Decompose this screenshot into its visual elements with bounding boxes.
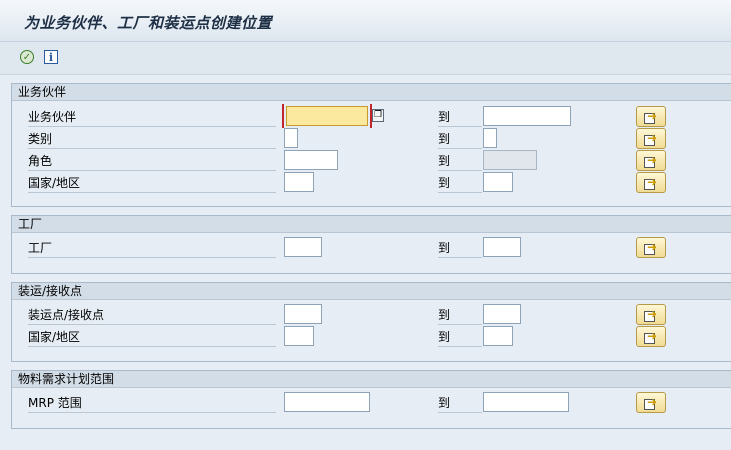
to-label: 到 <box>438 175 482 193</box>
execute-icon[interactable]: ✓ <box>20 50 34 64</box>
focus-frame <box>282 104 372 128</box>
to-label: 到 <box>438 240 482 258</box>
selection-row-shipping-point: 装运点/接收点 到 ➜ <box>12 304 731 326</box>
field-label: 装运点/接收点 <box>28 307 276 325</box>
multiple-selection-button[interactable]: ➜ <box>636 237 666 258</box>
field-label: 国家/地区 <box>28 329 276 347</box>
to-label: 到 <box>438 131 482 149</box>
shipping-country-from-input[interactable] <box>284 326 314 346</box>
shipping-point-to-input[interactable] <box>483 304 521 324</box>
selection-row-country: 国家/地区 到 ➜ <box>12 172 731 194</box>
plant-from-input[interactable] <box>284 237 322 257</box>
field-label: 工厂 <box>28 240 276 258</box>
multiple-selection-icon: ➜ <box>644 131 658 146</box>
field-label: 角色 <box>28 153 276 171</box>
partner-from-input[interactable] <box>286 106 368 126</box>
shipping-country-to-input[interactable] <box>483 326 513 346</box>
category-to-input[interactable] <box>483 128 497 148</box>
mrp-area-to-input[interactable] <box>483 392 569 412</box>
selection-row-partner: 业务伙伴 ❐ 到 ➜ <box>12 104 731 128</box>
role-to-input <box>483 150 537 170</box>
selection-row-plant: 工厂 到 ➜ <box>12 237 731 259</box>
group-header: 工厂 <box>12 216 731 233</box>
field-label: 业务伙伴 <box>28 109 276 127</box>
to-label: 到 <box>438 329 482 347</box>
field-label: 类别 <box>28 131 276 149</box>
group-business-partner: 业务伙伴 业务伙伴 ❐ 到 ➜ 类别 到 ➜ 角色 到 ➜ 国家/地区 到 ➜ <box>11 83 731 207</box>
selection-row-category: 类别 到 ➜ <box>12 128 731 150</box>
plant-to-input[interactable] <box>483 237 521 257</box>
title-bar: 为业务伙伴、工厂和装运点创建位置 <box>0 0 731 42</box>
country-from-input[interactable] <box>284 172 314 192</box>
multiple-selection-button[interactable]: ➜ <box>636 304 666 325</box>
multiple-selection-icon: ➜ <box>644 329 658 344</box>
multiple-selection-button[interactable]: ➜ <box>636 150 666 171</box>
shipping-point-from-input[interactable] <box>284 304 322 324</box>
multiple-selection-button[interactable]: ➜ <box>636 172 666 193</box>
to-label: 到 <box>438 307 482 325</box>
info-icon[interactable]: i <box>44 50 58 64</box>
value-help-icon[interactable]: ❐ <box>372 109 384 122</box>
multiple-selection-icon: ➜ <box>644 240 658 255</box>
selection-row-role: 角色 到 ➜ <box>12 150 731 172</box>
partner-to-input[interactable] <box>483 106 571 126</box>
application-toolbar: ✓ i <box>0 42 731 75</box>
multiple-selection-icon: ➜ <box>644 109 658 124</box>
multiple-selection-button[interactable]: ➜ <box>636 106 666 127</box>
multiple-selection-icon: ➜ <box>644 395 658 410</box>
multiple-selection-button[interactable]: ➜ <box>636 326 666 347</box>
to-label: 到 <box>438 395 482 413</box>
page-title: 为业务伙伴、工厂和装运点创建位置 <box>24 14 273 32</box>
to-label: 到 <box>438 153 482 171</box>
multiple-selection-icon: ➜ <box>644 175 658 190</box>
country-to-input[interactable] <box>483 172 513 192</box>
mrp-area-from-input[interactable] <box>284 392 370 412</box>
category-from-input[interactable] <box>284 128 298 148</box>
multiple-selection-button[interactable]: ➜ <box>636 128 666 149</box>
to-label: 到 <box>438 109 482 127</box>
selection-row-shipping-country: 国家/地区 到 ➜ <box>12 326 731 348</box>
group-header: 业务伙伴 <box>12 84 731 101</box>
group-header: 物料需求计划范围 <box>12 371 731 388</box>
group-plant: 工厂 工厂 到 ➜ <box>11 215 731 274</box>
group-shipping-point: 装运/接收点 装运点/接收点 到 ➜ 国家/地区 到 ➜ <box>11 282 731 362</box>
multiple-selection-button[interactable]: ➜ <box>636 392 666 413</box>
multiple-selection-icon: ➜ <box>644 307 658 322</box>
group-header: 装运/接收点 <box>12 283 731 300</box>
group-mrp-area: 物料需求计划范围 MRP 范围 到 ➜ <box>11 370 731 429</box>
field-label: MRP 范围 <box>28 395 276 413</box>
role-from-input[interactable] <box>284 150 338 170</box>
multiple-selection-icon: ➜ <box>644 153 658 168</box>
field-label: 国家/地区 <box>28 175 276 193</box>
selection-row-mrp-area: MRP 范围 到 ➜ <box>12 392 731 414</box>
